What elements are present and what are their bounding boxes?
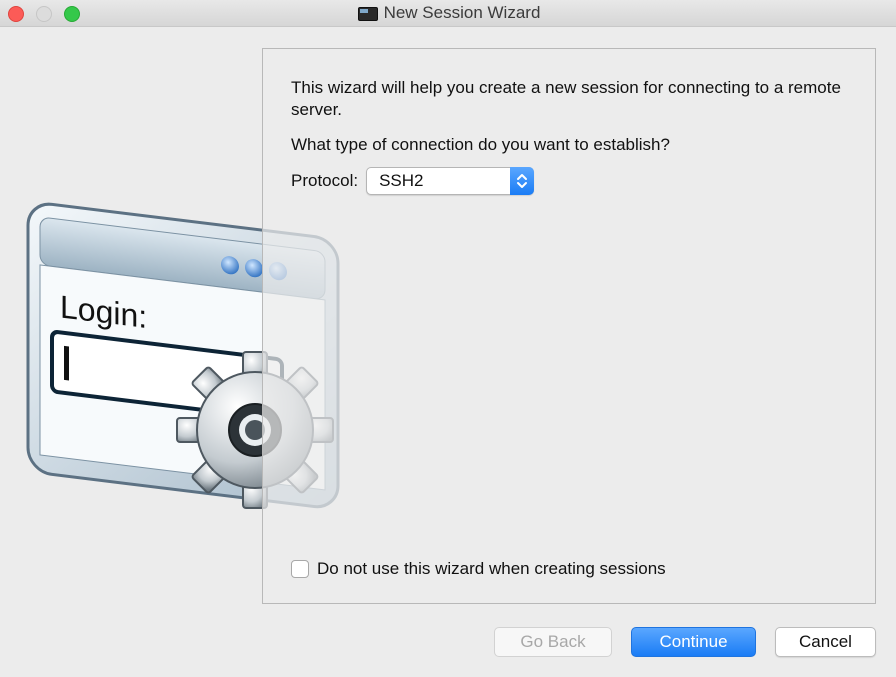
title-bar: New Session Wizard [0,0,896,27]
window-title: New Session Wizard [383,3,541,22]
protocol-select-value: SSH2 [379,171,424,190]
protocol-row: Protocol: SSH2 [291,167,535,195]
title-bar-content: New Session Wizard [0,0,896,26]
cancel-button[interactable]: Cancel [775,627,876,657]
skip-wizard-checkbox[interactable] [291,560,309,578]
go-back-button[interactable]: Go Back [494,627,612,657]
terminal-session-icon [356,5,378,21]
intro-text: This wizard will help you create a new s… [291,78,841,119]
connection-question: What type of connection do you want to e… [291,135,670,154]
continue-button[interactable]: Continue [631,627,756,657]
skip-wizard-row: Do not use this wizard when creating ses… [291,559,666,579]
wizard-window: New Session Wizard Login: This wizard wi… [0,0,896,677]
wizard-content-panel: This wizard will help you create a new s… [262,48,876,604]
protocol-label: Protocol: [291,171,359,190]
protocol-select[interactable]: SSH2 [366,167,535,195]
skip-wizard-label[interactable]: Do not use this wizard when creating ses… [317,559,666,579]
chevron-up-down-icon [510,167,535,195]
